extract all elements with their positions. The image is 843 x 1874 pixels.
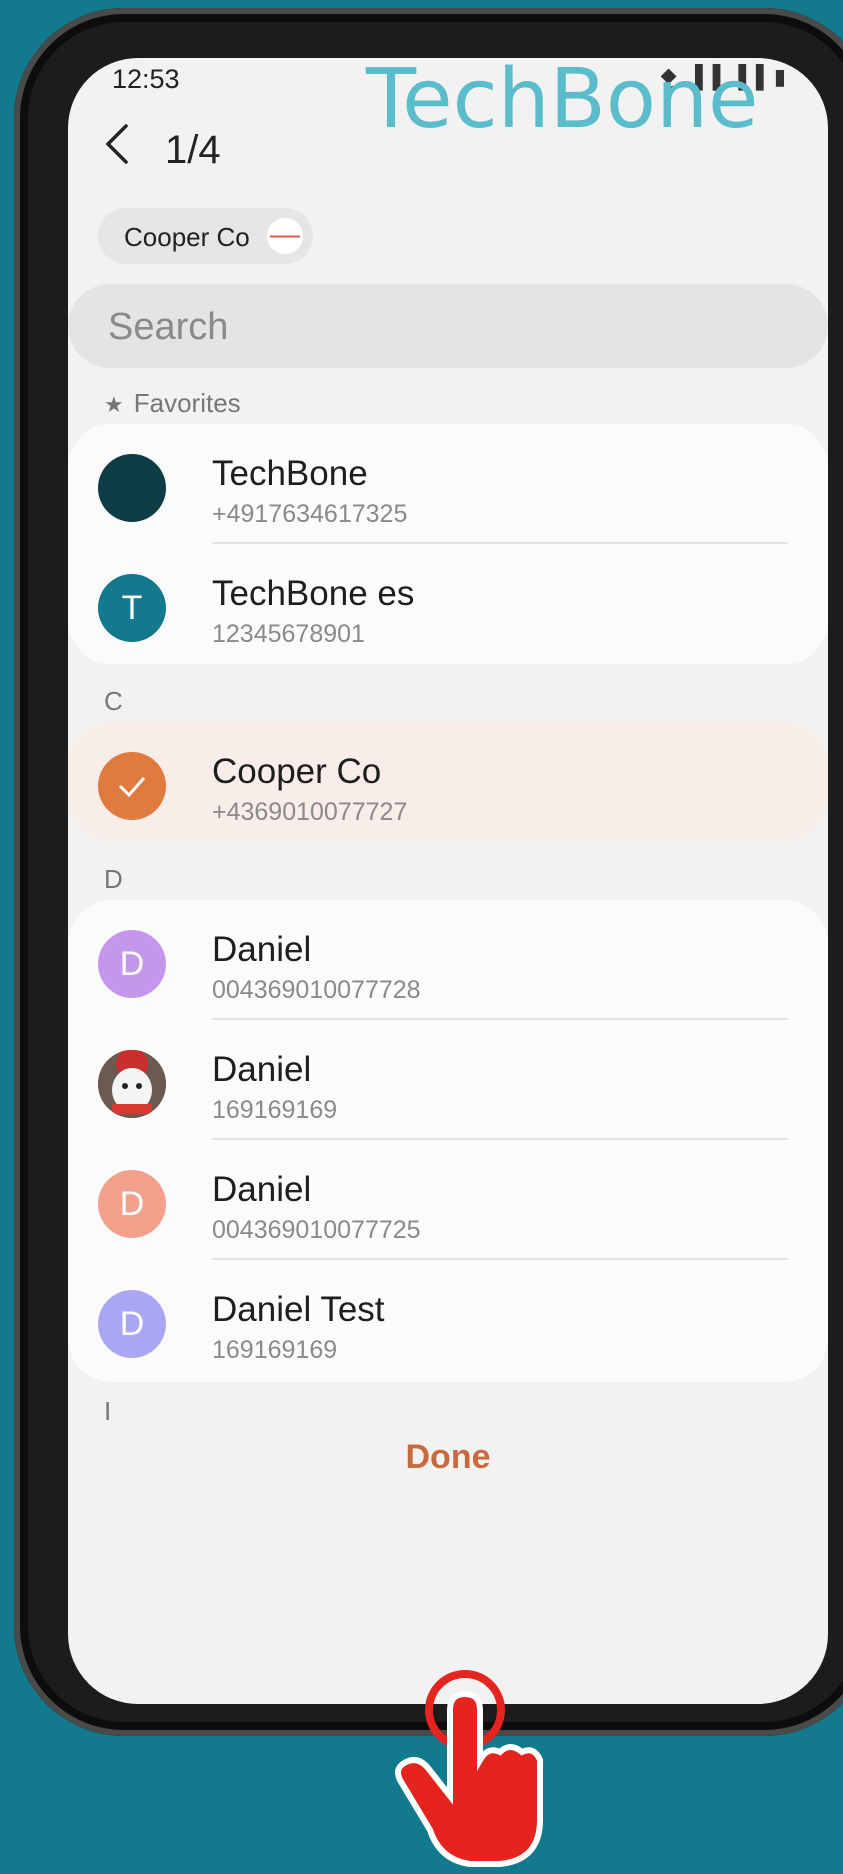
done-button[interactable]: Done — [68, 1438, 828, 1477]
contact-phone: 004369010077728 — [212, 976, 421, 1004]
photo-icon — [98, 1050, 166, 1118]
remove-chip-button[interactable]: — — [267, 218, 303, 254]
favorites-card: TechBone +4917634617325 T TechBone es 12… — [68, 424, 828, 664]
contact-phone: 169169169 — [212, 1096, 338, 1124]
contact-name: Cooper Co — [212, 752, 382, 791]
d-contacts-card: D Daniel 004369010077728 Daniel 16916916… — [68, 900, 828, 1382]
star-icon: ★ — [104, 392, 124, 417]
selection-counter: 1/4 — [165, 128, 221, 172]
back-button[interactable] — [102, 122, 152, 182]
contact-name: Daniel — [212, 1170, 312, 1209]
section-favorites: ★ Favorites — [104, 388, 241, 418]
chip-label: Cooper Co — [124, 222, 250, 252]
avatar: D — [98, 1290, 166, 1358]
list-item[interactable]: TechBone +4917634617325 — [68, 424, 828, 544]
avatar: D — [98, 930, 166, 998]
selected-chip: Cooper Co — — [98, 208, 313, 264]
pointer-hand-icon — [395, 1670, 543, 1867]
contact-phone: 004369010077725 — [212, 1216, 421, 1244]
avatar-checked — [98, 752, 166, 820]
minus-icon: — — [270, 218, 300, 251]
list-item[interactable]: D Daniel 004369010077728 — [68, 900, 828, 1020]
list-item[interactable]: D Daniel Test 169169169 — [68, 1260, 828, 1380]
avatar: D — [98, 1170, 166, 1238]
contact-phone: 169169169 — [212, 1336, 338, 1364]
watermark: TechBone — [366, 58, 759, 147]
contact-name: TechBone es — [212, 574, 415, 613]
contact-phone: 12345678901 — [212, 620, 365, 648]
list-item[interactable]: T TechBone es 12345678901 — [68, 544, 828, 664]
contact-phone: +4917634617325 — [212, 500, 408, 528]
list-item[interactable]: D Daniel 004369010077725 — [68, 1140, 828, 1260]
contact-name: Daniel — [212, 1050, 312, 1089]
avatar-photo — [98, 1050, 166, 1118]
section-c: C — [104, 686, 123, 716]
contact-name: TechBone — [212, 454, 368, 493]
status-time: 12:53 — [112, 64, 180, 94]
contact-name: Daniel — [212, 930, 312, 969]
contact-name: Daniel Test — [212, 1290, 385, 1329]
section-d: D — [104, 864, 123, 894]
contact-phone: +4369010077727 — [212, 798, 408, 826]
chevron-left-icon — [105, 124, 128, 164]
list-item-selected[interactable]: Cooper Co +4369010077727 — [68, 722, 828, 840]
phone-frame: 12:53 ⧪.▐▐ ▐▐ ▮ TechBone 1/4 Cooper Co —… — [14, 8, 843, 1736]
avatar: T — [98, 574, 166, 642]
search-bar[interactable] — [68, 284, 828, 370]
section-i: I — [104, 1396, 112, 1426]
check-icon — [118, 777, 146, 798]
search-input[interactable] — [106, 284, 750, 370]
avatar — [98, 454, 166, 522]
screen: 12:53 ⧪.▐▐ ▐▐ ▮ TechBone 1/4 Cooper Co —… — [68, 58, 828, 1704]
list-item[interactable]: Daniel 169169169 — [68, 1020, 828, 1140]
